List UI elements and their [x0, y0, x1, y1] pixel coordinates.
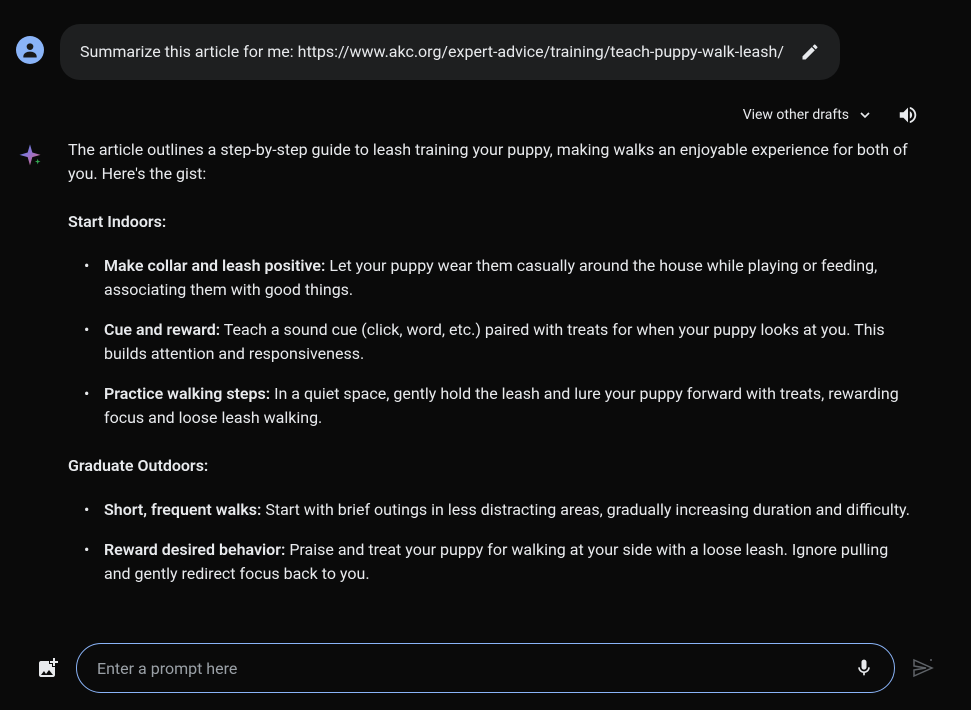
list-item: Short, frequent walks: Start with brief …: [104, 498, 918, 522]
section-heading: Start Indoors:: [68, 210, 918, 234]
bullet-title: Cue and reward:: [104, 320, 220, 339]
response-header: View other drafts: [16, 104, 955, 126]
view-drafts-label: View other drafts: [743, 105, 849, 126]
user-message-bubble: Summarize this article for me: https://w…: [60, 24, 840, 80]
add-image-icon[interactable]: [36, 656, 60, 680]
chevron-down-icon: [857, 107, 873, 123]
bullet-title: Practice walking steps:: [104, 384, 270, 403]
bullet-title: Reward desired behavior:: [104, 540, 285, 559]
bullet-title: Short, frequent walks:: [104, 500, 261, 519]
user-avatar: [16, 36, 44, 64]
prompt-input-wrapper[interactable]: [76, 643, 895, 693]
bullet-text: Start with brief outings in less distrac…: [261, 500, 910, 519]
mic-icon[interactable]: [854, 658, 874, 678]
list-item: Cue and reward: Teach a sound cue (click…: [104, 318, 918, 366]
edit-icon[interactable]: [800, 42, 820, 62]
sparkle-icon: [16, 142, 44, 170]
list-item: Make collar and leash positive: Let your…: [104, 254, 918, 302]
assistant-message-row: The article outlines a step-by-step guid…: [16, 138, 955, 610]
intro-text: The article outlines a step-by-step guid…: [68, 138, 918, 186]
view-other-drafts-button[interactable]: View other drafts: [743, 105, 873, 126]
user-message-row: Summarize this article for me: https://w…: [16, 24, 955, 80]
chat-container: Summarize this article for me: https://w…: [0, 0, 971, 710]
user-message-text: Summarize this article for me: https://w…: [80, 40, 784, 64]
assistant-content: The article outlines a step-by-step guid…: [68, 138, 918, 610]
bullet-title: Make collar and leash positive:: [104, 256, 325, 275]
list-item: Reward desired behavior: Praise and trea…: [104, 538, 918, 586]
user-avatar-icon: [20, 40, 40, 60]
section-heading: Graduate Outdoors:: [68, 454, 918, 478]
bullet-list: Make collar and leash positive: Let your…: [68, 254, 918, 430]
bullet-text: Teach a sound cue (click, word, etc.) pa…: [104, 320, 885, 363]
prompt-input[interactable]: [97, 659, 842, 678]
speaker-icon[interactable]: [897, 104, 919, 126]
assistant-avatar: [16, 142, 44, 170]
input-area: [0, 643, 971, 693]
send-icon[interactable]: [911, 656, 935, 680]
list-item: Practice walking steps: In a quiet space…: [104, 382, 918, 430]
bullet-list: Short, frequent walks: Start with brief …: [68, 498, 918, 586]
